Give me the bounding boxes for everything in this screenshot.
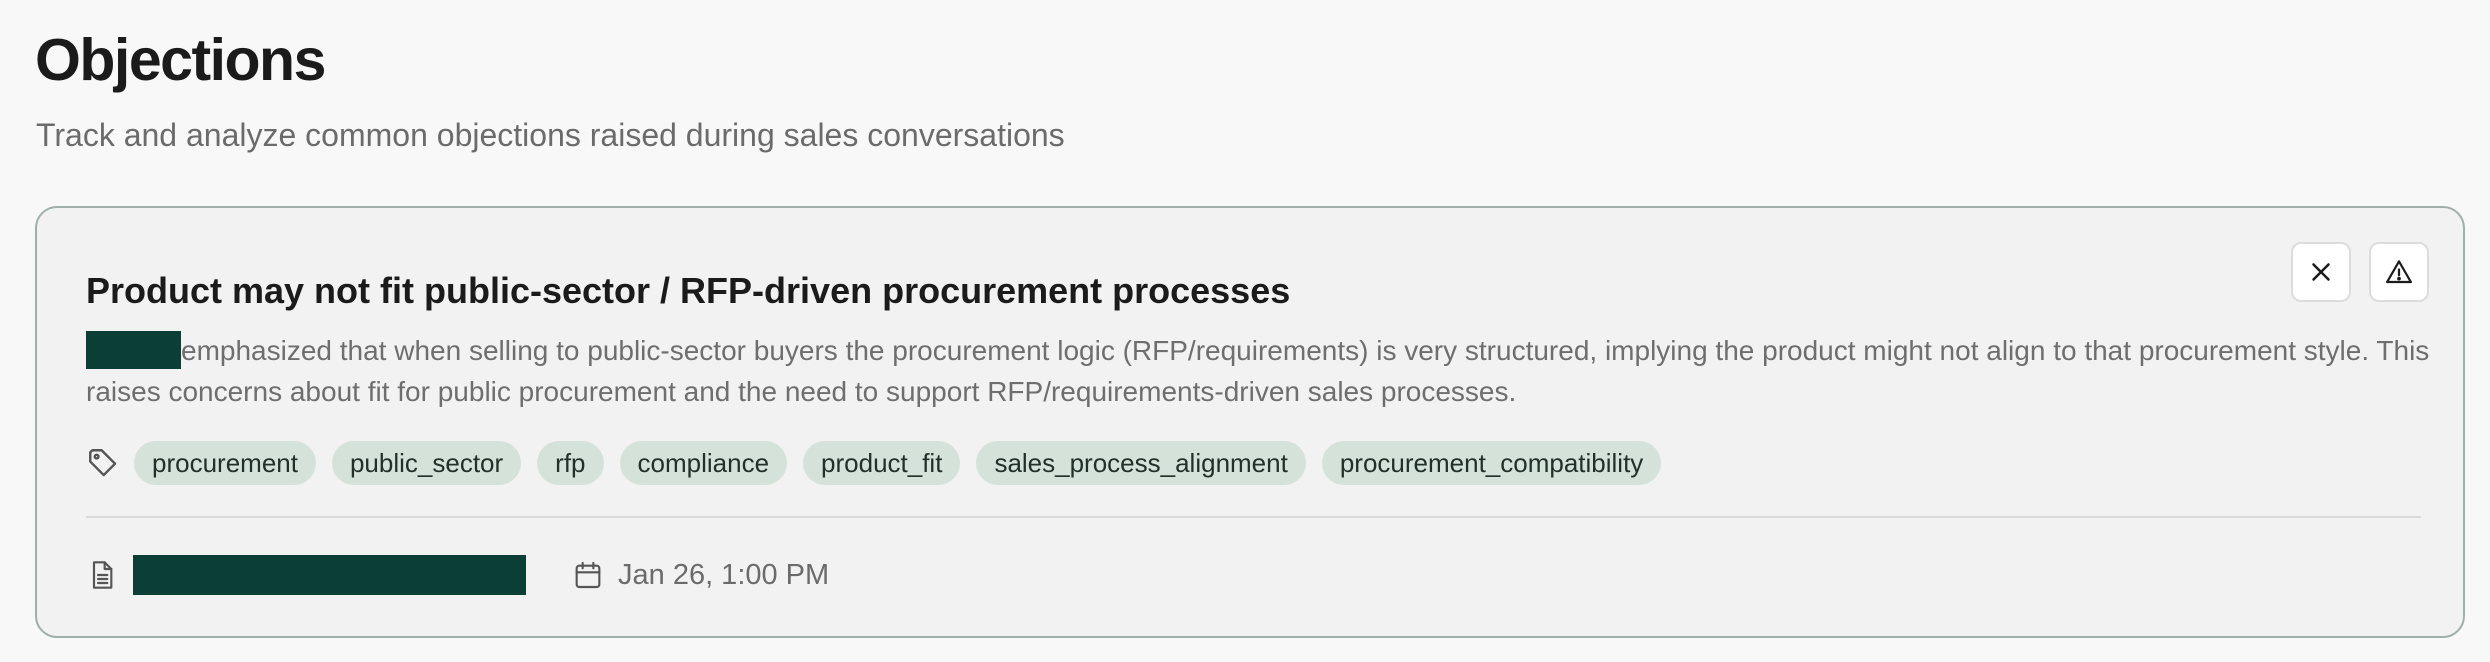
tag-chip[interactable]: rfp	[537, 441, 604, 485]
objection-description-text: emphasized that when selling to public-s…	[86, 335, 2430, 407]
document-icon	[86, 559, 118, 591]
objection-title: Product may not fit public-sector / RFP-…	[86, 270, 1291, 311]
tag-chip[interactable]: product_fit	[803, 441, 961, 485]
tag-chip[interactable]: compliance	[619, 441, 788, 485]
warning-triangle-icon	[2386, 260, 2412, 284]
card-divider	[86, 516, 2421, 518]
tag-chip[interactable]: procurement_compatibility	[1321, 441, 1662, 485]
tag-row: procurement public_sector rfp compliance…	[86, 441, 1662, 485]
objection-date: Jan 26, 1:00 PM	[618, 558, 830, 591]
redacted-speaker-name	[86, 331, 181, 369]
tag-chip[interactable]: public_sector	[331, 441, 522, 485]
tag-list: procurement public_sector rfp compliance…	[134, 441, 1662, 485]
flag-button[interactable]	[2369, 242, 2429, 302]
tag-chip[interactable]: procurement	[134, 441, 316, 485]
page-title: Objections	[35, 27, 326, 93]
close-icon	[2312, 263, 2330, 281]
objection-description: emphasized that when selling to public-s…	[86, 330, 2456, 412]
tag-icon	[86, 446, 120, 480]
dismiss-button[interactable]	[2291, 242, 2351, 302]
objection-card[interactable]: Product may not fit public-sector / RFP-…	[35, 206, 2465, 638]
calendar-icon	[572, 559, 604, 591]
page-subtitle: Track and analyze common objections rais…	[36, 117, 1065, 153]
meta-row: Jan 26, 1:00 PM	[86, 547, 829, 603]
redacted-source-link[interactable]	[133, 555, 526, 595]
card-actions	[2291, 242, 2429, 302]
tag-chip[interactable]: sales_process_alignment	[976, 441, 1306, 485]
